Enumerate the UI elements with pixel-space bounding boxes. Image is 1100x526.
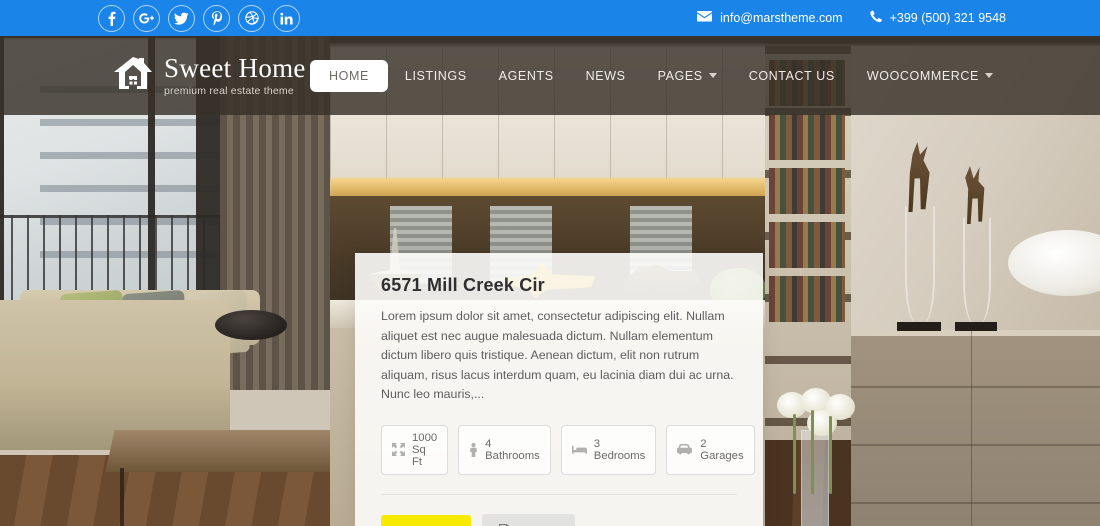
main-navigation: HOME LISTINGS AGENTS NEWS PAGES CONTACT …	[310, 59, 1008, 92]
property-description: Lorem ipsum dolor sit amet, consectetur …	[381, 309, 734, 402]
email-link[interactable]: info@marstheme.com	[697, 11, 843, 25]
property-card: 6571 Mill Creek Cir Lorem ipsum dolor si…	[355, 253, 763, 526]
phone-text: +399 (500) 321 9548	[889, 11, 1006, 25]
brand-name: Sweet Home	[164, 52, 306, 83]
nav-label: WOOCOMMERCE	[866, 68, 979, 83]
nav-label: NEWS	[585, 68, 626, 83]
phone-icon	[869, 10, 882, 26]
nav-label: LISTINGS	[404, 68, 467, 83]
deer-legs-tall	[905, 206, 935, 324]
twitter-icon[interactable]	[168, 4, 195, 32]
feature-label: 3 Bedrooms	[593, 437, 646, 462]
linkedin-icon[interactable]	[273, 4, 300, 32]
books-row-4	[769, 222, 845, 268]
expand-arrows-icon	[392, 443, 405, 457]
coffee-table-legs	[120, 468, 345, 526]
books-row-2	[769, 114, 845, 160]
property-title: 6571 Mill Creek Cir	[381, 275, 545, 295]
details-button[interactable]: Details	[482, 513, 575, 526]
nav-label: CONTACT US	[748, 68, 835, 83]
decor-bowl	[215, 310, 287, 340]
price-badge[interactable]: $500,000	[381, 514, 472, 526]
property-features: 1000 Sq Ft 4 Bathrooms 3 Bedrooms 2 Gara…	[381, 424, 755, 475]
nav-item-agents[interactable]: AGENTS	[484, 60, 569, 92]
facebook-icon[interactable]	[98, 4, 125, 32]
deer-base-tall	[897, 322, 941, 331]
deer-base-short	[955, 322, 997, 331]
site-header: Sweet Home premium real estate theme HOM…	[0, 36, 1100, 115]
dribbble-icon[interactable]	[238, 4, 265, 32]
chevron-down-icon	[985, 73, 993, 78]
feature-label: 4 Bathrooms	[485, 437, 540, 462]
house-icon	[113, 56, 153, 95]
nav-item-woocommerce[interactable]: WOOCOMMERCE	[852, 60, 1008, 92]
feature-label: 1000 Sq Ft	[412, 431, 438, 468]
glass-vase	[801, 430, 829, 526]
site-logo[interactable]: Sweet Home premium real estate theme	[113, 52, 306, 97]
google-plus-icon[interactable]	[133, 4, 160, 32]
deer-legs-short	[963, 218, 991, 324]
nav-item-listings[interactable]: LISTINGS	[390, 60, 482, 92]
feature-bedrooms[interactable]: 3 Bedrooms	[560, 424, 657, 475]
nav-item-contact-us[interactable]: CONTACT US	[734, 60, 850, 92]
orchid-flowers	[777, 388, 861, 494]
card-actions: $500,000 Details	[381, 513, 737, 526]
shower-icon	[469, 442, 478, 457]
nav-label: HOME	[329, 68, 369, 83]
nav-item-pages[interactable]: PAGES	[643, 60, 732, 92]
sofa	[0, 300, 230, 450]
brand-tagline: premium real estate theme	[164, 84, 294, 97]
chevron-down-icon	[708, 73, 717, 78]
page-root: info@marstheme.com +399 (500) 321 9548 S…	[0, 0, 1100, 526]
email-text: info@marstheme.com	[720, 11, 843, 25]
coffee-table	[105, 430, 345, 472]
nav-label: AGENTS	[498, 68, 554, 83]
books-row-3	[769, 168, 845, 214]
feature-label: 2 Garages	[700, 437, 744, 462]
phone-link[interactable]: +399 (500) 321 9548	[869, 10, 1006, 26]
car-icon	[677, 444, 693, 455]
feature-bathrooms[interactable]: 4 Bathrooms	[458, 424, 551, 475]
feature-garages[interactable]: 2 Garages	[666, 424, 755, 475]
feature-square-feet[interactable]: 1000 Sq Ft	[381, 424, 449, 475]
nav-item-home[interactable]: HOME	[310, 59, 388, 92]
books-row-5	[769, 276, 845, 322]
contact-info: info@marstheme.com +399 (500) 321 9548	[697, 10, 1006, 26]
nav-label: PAGES	[657, 68, 703, 83]
top-utility-bar: info@marstheme.com +399 (500) 321 9548	[0, 0, 1100, 36]
social-links	[98, 4, 300, 32]
pinterest-icon[interactable]	[203, 4, 230, 32]
card-divider	[381, 493, 737, 495]
envelope-icon	[697, 11, 713, 25]
nav-item-news[interactable]: NEWS	[571, 60, 641, 92]
bed-icon	[571, 444, 587, 455]
sideboard-seams	[851, 330, 1100, 526]
